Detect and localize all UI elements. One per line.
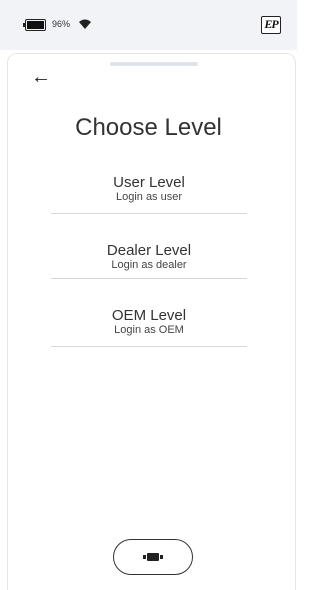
divider	[51, 346, 247, 347]
level-name: Dealer Level	[106, 242, 192, 259]
level-name: OEM Level	[111, 307, 187, 324]
battery-icon	[23, 19, 46, 31]
level-option-oem[interactable]: OEM Level Login as OEM	[51, 307, 247, 347]
page-title: Choose Level	[75, 114, 222, 141]
wifi-icon	[79, 19, 91, 29]
level-subtitle: Login as OEM	[114, 324, 184, 336]
status-bar: 96% EP	[0, 0, 297, 50]
divider	[51, 213, 247, 214]
level-subtitle: Login as user	[115, 191, 183, 203]
home-icon	[143, 553, 163, 561]
level-option-user[interactable]: User Level Login as user	[51, 174, 247, 214]
level-option-dealer[interactable]: Dealer Level Login as dealer	[51, 242, 247, 279]
sheet-handle[interactable]	[110, 62, 198, 66]
battery-percent: 96%	[52, 19, 71, 29]
level-subtitle: Login as dealer	[111, 259, 187, 271]
level-name: User Level	[113, 174, 185, 191]
back-arrow-icon[interactable]: ←	[31, 67, 51, 87]
divider	[51, 278, 247, 279]
home-button[interactable]	[113, 539, 193, 575]
brand-logo-icon: EP	[261, 16, 281, 34]
